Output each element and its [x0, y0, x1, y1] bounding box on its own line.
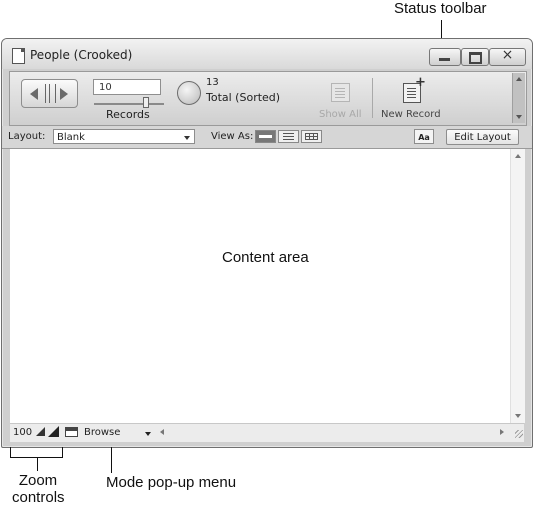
scroll-up-icon[interactable] [516, 77, 522, 81]
zoom-out-icon[interactable] [36, 427, 45, 436]
layout-label: Layout: [8, 131, 46, 142]
status-toolbar: 10 Records 13 Total (Sorted) Show All Ne… [9, 71, 527, 126]
mode-popup-callout: Mode pop-up menu [106, 474, 237, 491]
toolbar-scrollbar[interactable] [512, 73, 525, 123]
view-as-list-button[interactable] [278, 130, 299, 143]
close-button[interactable]: × [489, 47, 526, 66]
chevron-down-icon [145, 432, 151, 436]
toolbar-divider [372, 78, 373, 118]
records-label: Records [106, 108, 150, 121]
toggle-toolbar-icon[interactable] [65, 427, 78, 437]
window-title: People (Crooked) [30, 48, 133, 62]
zoom-in-icon[interactable] [48, 426, 59, 437]
current-record-field[interactable]: 10 [93, 79, 161, 95]
vertical-scrollbar[interactable] [510, 149, 525, 423]
resize-grip-icon[interactable] [515, 430, 523, 438]
status-toolbar-callout: Status toolbar [394, 0, 487, 17]
zoom-controls-callout-1: Zoom [18, 472, 58, 489]
form-view-icon [259, 135, 272, 138]
layout-bar: Layout: Blank View As: Aa Edit Layout [2, 126, 532, 149]
new-record-button[interactable]: New Record [381, 109, 441, 120]
zoom-controls-callout-2: controls [12, 489, 65, 506]
content-area[interactable]: Content area [10, 149, 510, 423]
title-bar[interactable]: People (Crooked) × [2, 39, 532, 69]
scroll-down-icon[interactable] [516, 115, 522, 119]
record-count-label: Total (Sorted) [206, 91, 281, 104]
mode-callout-line [111, 447, 112, 473]
new-record-icon[interactable] [403, 75, 426, 103]
mode-popup-value: Browse [84, 427, 121, 438]
formatting-bar-button[interactable]: Aa [414, 129, 434, 144]
show-all-button[interactable]: Show All [319, 109, 362, 120]
previous-record-icon[interactable] [30, 88, 38, 100]
close-icon: × [501, 47, 514, 63]
minimize-button[interactable] [429, 48, 461, 66]
scroll-left-icon[interactable] [160, 429, 164, 435]
scroll-right-icon[interactable] [500, 429, 504, 435]
layout-dropdown-value: Blank [57, 132, 85, 143]
next-record-icon[interactable] [60, 88, 68, 100]
record-book-navigator[interactable] [21, 79, 78, 108]
view-as-label: View As: [211, 131, 254, 142]
scroll-down-icon[interactable] [515, 414, 521, 418]
view-as-table-button[interactable] [301, 130, 322, 143]
scroll-up-icon[interactable] [515, 154, 521, 158]
content-area-label: Content area [222, 249, 309, 266]
app-window: People (Crooked) × 10 Records 13 Total (… [1, 38, 533, 448]
view-as-form-button[interactable] [255, 130, 276, 143]
table-view-icon [305, 133, 318, 140]
bottom-status-bar: 100 Browse [10, 423, 524, 442]
record-count: 13 [206, 77, 219, 88]
show-all-icon [331, 83, 350, 102]
layout-dropdown[interactable]: Blank [53, 129, 195, 144]
edit-layout-button[interactable]: Edit Layout [446, 129, 519, 145]
list-view-icon [283, 133, 294, 134]
chevron-down-icon [184, 136, 190, 140]
document-icon [12, 48, 25, 64]
zoom-callout-line [37, 457, 38, 471]
mode-popup-menu[interactable]: Browse [81, 426, 154, 440]
record-slider-track[interactable] [94, 103, 164, 105]
maximize-button[interactable] [461, 48, 489, 66]
zoom-percentage[interactable]: 100 [13, 427, 32, 438]
book-icon [45, 84, 56, 103]
found-set-pie-icon[interactable] [177, 81, 201, 105]
record-slider-thumb[interactable] [143, 97, 149, 108]
